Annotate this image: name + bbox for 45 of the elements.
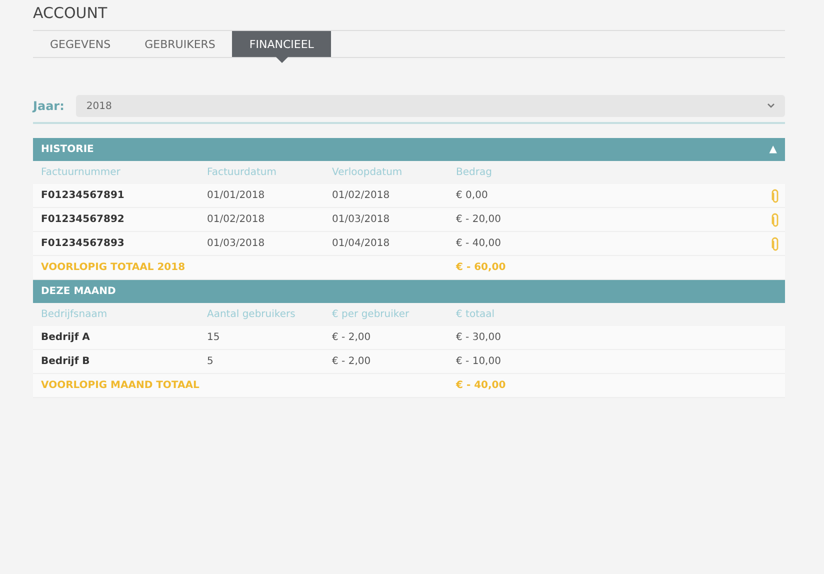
table-cell-text: 5 [207, 356, 214, 367]
table-cell-text: 01/02/2018 [207, 214, 266, 225]
column-header: € totaal [456, 309, 496, 320]
total-amount: € - 60,00 [456, 262, 507, 273]
total-amount: € - 40,00 [456, 380, 507, 391]
column-header: Bedrag [456, 167, 493, 178]
table-cell-text: € - 2,00 [332, 356, 372, 367]
tab[interactable]: GEBRUIKERS [128, 31, 232, 57]
table-cell-text: € - 40,00 [456, 238, 502, 249]
year-label: Jaar: [33, 99, 64, 113]
section-title: DEZE MAAND [41, 286, 116, 297]
column-header: € per gebruiker [332, 309, 410, 320]
table-cell-text: 15 [207, 332, 221, 343]
column-header: Bedrijfsnaam [41, 309, 108, 320]
column-header: Verloopdatum [332, 167, 404, 178]
tab-pointer-icon [276, 57, 288, 63]
table-cell-text: € - 20,00 [456, 214, 502, 225]
table-cell-text: F01234567892 [41, 214, 126, 225]
paperclip-icon[interactable] [771, 236, 779, 250]
table-cell-text: 01/04/2018 [332, 238, 391, 249]
table-cell-text: Bedrijf A [41, 332, 91, 343]
total-label: VOORLOPIG TOTAAL 2018 [41, 262, 186, 273]
table-cell-text: € - 10,00 [456, 356, 502, 367]
page-title: ACCOUNT [33, 4, 108, 23]
paperclip-icon[interactable] [771, 212, 779, 226]
table-cell-text: € 0,00 [456, 190, 489, 201]
table-cell-text: 01/03/2018 [332, 214, 391, 225]
year-dropdown[interactable]: 2018 [76, 95, 785, 117]
chevron-down-icon [767, 103, 775, 109]
total-label: VOORLOPIG MAAND TOTAAL [41, 380, 200, 391]
table-cell-text: € - 2,00 [332, 332, 372, 343]
column-header: Aantal gebruikers [207, 309, 296, 320]
table-cell-text: 01/02/2018 [332, 190, 391, 201]
table-cell-text: F01234567891 [41, 190, 126, 201]
tab[interactable]: GEGEVENS [33, 31, 128, 57]
collapse-toggle[interactable]: ▲ [769, 144, 777, 155]
table-cell-text: 01/01/2018 [207, 190, 266, 201]
column-header: Factuurdatum [207, 167, 278, 178]
table-cell-text: 01/03/2018 [207, 238, 266, 249]
table-cell-text: Bedrijf B [41, 356, 91, 367]
table-cell-text: € - 30,00 [456, 332, 502, 343]
table-cell-text: F01234567893 [41, 238, 126, 249]
paperclip-icon[interactable] [771, 188, 779, 202]
column-header: Factuurnummer [41, 167, 122, 178]
section-title: HISTORIE [41, 144, 94, 155]
